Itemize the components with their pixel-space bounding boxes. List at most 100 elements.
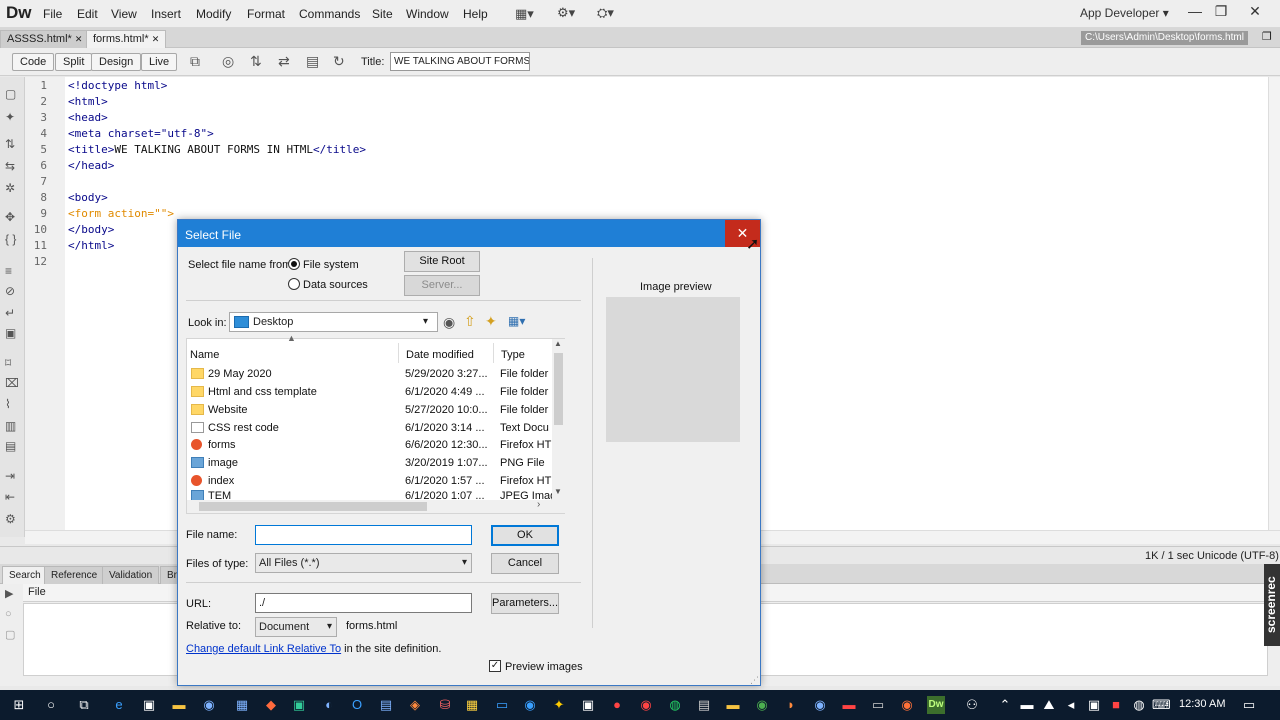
volume-icon[interactable]: ◂	[1062, 696, 1080, 714]
workspace-switcher[interactable]: App Developer ▾	[1080, 6, 1169, 20]
visual-aids-icon[interactable]: ▤	[306, 53, 319, 70]
select-parent-icon[interactable]: ✥	[5, 210, 15, 224]
tray-chevron-icon[interactable]: ⌃	[996, 696, 1014, 714]
menu-file[interactable]: File	[43, 7, 62, 21]
url-input[interactable]: ./	[255, 593, 472, 613]
tray-icon[interactable]: ▬	[1018, 696, 1036, 714]
multiscreen-icon[interactable]: ⧉	[190, 53, 200, 70]
app-icon[interactable]: ◉	[200, 696, 218, 714]
menu-edit[interactable]: Edit	[77, 7, 98, 21]
dreamweaver-icon[interactable]: Dw	[927, 696, 945, 714]
file-row[interactable]: Website 5/27/2020 10:0... File folder	[187, 402, 552, 420]
app-icon[interactable]: ⛁	[436, 696, 454, 714]
menu-help[interactable]: Help	[463, 7, 488, 21]
check-icon[interactable]: ⇄	[278, 53, 290, 70]
clock[interactable]: 12:30 AM	[1179, 698, 1225, 710]
name-column-header[interactable]: Name	[190, 349, 219, 361]
collapse-icon[interactable]: ✦	[5, 110, 15, 124]
parameters-button[interactable]: Parameters...	[491, 593, 559, 614]
move-css-icon[interactable]: ▤	[5, 439, 16, 453]
app-icon[interactable]: ●	[608, 696, 626, 714]
scroll-up-icon[interactable]: ▲	[554, 339, 562, 348]
close-button[interactable]: ✕	[1240, 1, 1270, 23]
cortana-icon[interactable]: ○	[42, 696, 60, 714]
site-root-button[interactable]: Site Root	[404, 251, 480, 272]
scroll-thumb[interactable]	[554, 353, 563, 425]
ok-button[interactable]: OK	[491, 525, 559, 546]
menu-view[interactable]: View	[111, 7, 137, 21]
file-row[interactable]: index 6/1/2020 1:57 ... Firefox HT	[187, 473, 552, 491]
file-row[interactable]: forms 6/6/2020 12:30... Firefox HT	[187, 437, 552, 455]
tray-icon[interactable]: ▣	[1085, 696, 1103, 714]
date-column-header[interactable]: Date modified	[406, 349, 474, 361]
split-view-button[interactable]: Split	[55, 53, 93, 71]
app-icon[interactable]: ▭	[493, 696, 511, 714]
cancel-button[interactable]: Cancel	[491, 553, 559, 574]
editor-vertical-scrollbar[interactable]	[1268, 77, 1280, 530]
play-icon[interactable]: ▶	[5, 587, 13, 600]
layout-icon[interactable]: ▦▾	[515, 6, 534, 22]
highlight-icon[interactable]: ⊘	[5, 284, 15, 298]
file-row[interactable]: 29 May 2020 5/29/2020 3:27... File folder	[187, 366, 552, 384]
file-row[interactable]: CSS rest code 6/1/2020 3:14 ... Text Docu	[187, 420, 552, 438]
scroll-down-icon[interactable]: ▼	[554, 487, 562, 496]
type-column-header[interactable]: Type	[501, 349, 525, 361]
site-icon[interactable]: ⛭▾	[597, 5, 614, 21]
tab-forms[interactable]: forms.html* ✕	[86, 30, 167, 48]
syntax-icon[interactable]: ▣	[5, 326, 16, 340]
file-row[interactable]: Html and css template 6/1/2020 4:49 ... Fi…	[187, 384, 552, 402]
tab-search[interactable]: Search	[2, 566, 48, 584]
resize-grip-icon[interactable]: ⋰	[750, 675, 759, 686]
app-icon[interactable]: ◐	[320, 696, 338, 714]
app-icon[interactable]: ◗	[782, 696, 800, 714]
tab-assss[interactable]: ASSSS.html* ✕	[0, 30, 90, 48]
people-icon[interactable]: ⚇	[963, 696, 981, 714]
menu-format[interactable]: Format	[247, 7, 285, 21]
preview-images-checkbox[interactable]: ✓	[489, 660, 501, 672]
file-system-radio[interactable]	[288, 258, 300, 270]
edge-icon[interactable]: e	[110, 696, 128, 714]
new-folder-icon[interactable]: ✦	[485, 313, 497, 330]
format-icon[interactable]: ⚙	[5, 512, 16, 526]
file-name-input[interactable]	[255, 525, 472, 545]
change-default-link[interactable]: Change default Link Relative To	[186, 643, 341, 655]
collapse-tag-icon[interactable]: ⇅	[5, 137, 15, 151]
app-icon[interactable]: ▣	[579, 696, 597, 714]
title-input[interactable]: WE TALKING ABOUT FORMS IN HTML	[390, 52, 530, 71]
outlook-icon[interactable]: O	[348, 696, 366, 714]
view-menu-icon[interactable]: ▦▾	[508, 314, 525, 328]
app-icon[interactable]: ▣	[290, 696, 308, 714]
tray-icon[interactable]: ◍	[1130, 696, 1148, 714]
indent-icon[interactable]: ⇥	[5, 469, 15, 483]
app-icon[interactable]: ◆	[262, 696, 280, 714]
menu-site[interactable]: Site	[372, 7, 393, 21]
app-icon[interactable]: ▦	[233, 696, 251, 714]
file-row[interactable]: image 3/20/2019 1:07... PNG File	[187, 455, 552, 473]
file-explorer-icon[interactable]: ▬	[170, 696, 188, 714]
data-sources-radio[interactable]	[288, 278, 300, 290]
preview-icon[interactable]: ◎	[222, 53, 234, 70]
store-icon[interactable]: ▣	[140, 696, 158, 714]
outdent-icon[interactable]: ⇤	[5, 490, 15, 504]
app-icon[interactable]: ✦	[550, 696, 568, 714]
app-icon[interactable]: ▬	[840, 696, 858, 714]
gear-icon[interactable]: ⚙▾	[557, 5, 575, 21]
back-icon[interactable]: ◉	[443, 314, 455, 331]
tab-validation[interactable]: Validation	[102, 566, 160, 584]
server-button[interactable]: Server...	[404, 275, 480, 296]
scroll-thumb[interactable]	[199, 502, 427, 511]
notifications-icon[interactable]: ▭	[1240, 696, 1258, 714]
file-row[interactable]: TEM 6/1/2020 1:07 ... JPEG Imag	[187, 490, 552, 500]
refresh-icon[interactable]: ↻	[333, 53, 345, 70]
close-icon[interactable]: ✕	[75, 34, 83, 44]
network-icon[interactable]: ⛰	[1040, 696, 1058, 714]
scroll-right-icon[interactable]: ›	[537, 499, 540, 510]
uncomment-icon[interactable]: ⌧	[5, 376, 19, 390]
app-icon[interactable]: ▦	[463, 696, 481, 714]
up-folder-icon[interactable]: ⇧	[464, 313, 476, 330]
comment-icon[interactable]: ⌑	[5, 356, 11, 370]
restore-button[interactable]: ❐	[1206, 1, 1236, 23]
stop-icon[interactable]: ○	[5, 608, 12, 620]
language-icon[interactable]: ⌨	[1152, 696, 1171, 714]
expand-all-icon[interactable]: ✲	[5, 181, 15, 195]
